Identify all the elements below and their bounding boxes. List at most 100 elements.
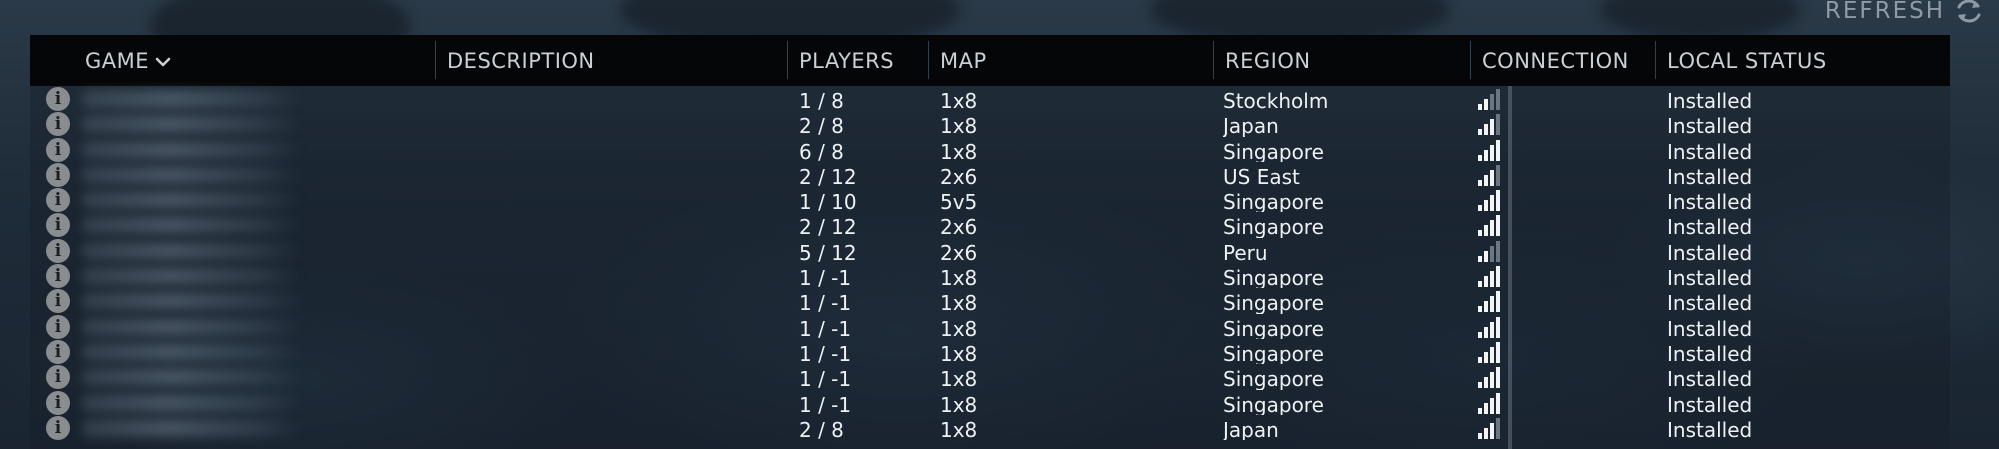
players-cell: 6 / 8 xyxy=(799,139,844,162)
info-icon[interactable]: i xyxy=(46,264,70,289)
info-icon[interactable]: i xyxy=(46,415,70,440)
region-cell: Singapore xyxy=(1223,367,1324,390)
signal-bar xyxy=(1496,139,1500,161)
local-status-cell: Installed xyxy=(1667,215,1753,238)
signal-bar xyxy=(1484,149,1488,161)
signal-bar xyxy=(1490,94,1494,110)
local-status-cell: Installed xyxy=(1667,240,1753,264)
players-cell: 1 / -1 xyxy=(799,367,852,390)
signal-bar xyxy=(1478,382,1482,389)
table-row[interactable]: i 1 / -1 1x8 Singapore Installed xyxy=(30,364,1950,390)
table-row[interactable]: i 2 / 12 2x6 US East Installed xyxy=(30,162,1950,187)
local-status-cell: Installed xyxy=(1667,341,1753,365)
column-header-players[interactable]: PLAYERS xyxy=(799,35,894,86)
map-cell: 1x8 xyxy=(940,392,978,415)
signal-bar xyxy=(1490,397,1494,414)
signal-bar xyxy=(1478,306,1482,313)
map-cell: 2x6 xyxy=(940,215,978,238)
info-icon[interactable]: i xyxy=(46,365,70,390)
table-row[interactable]: i 5 / 12 2x6 Peru Installed xyxy=(30,238,1950,263)
table-row[interactable]: i 6 / 8 1x8 Singapore Installed xyxy=(30,137,1950,162)
signal-bar xyxy=(1478,432,1482,439)
column-header-map[interactable]: MAP xyxy=(940,35,987,86)
signal-strength-icon xyxy=(1478,341,1504,363)
table-row[interactable]: i 2 / 8 1x8 Japan Installed xyxy=(30,415,1950,440)
game-name-redacted xyxy=(82,342,302,361)
signal-bar xyxy=(1496,215,1500,237)
info-icon[interactable]: i xyxy=(46,390,70,415)
players-cell: 1 / 8 xyxy=(799,89,844,112)
column-divider[interactable] xyxy=(435,41,436,79)
info-icon[interactable]: i xyxy=(46,339,70,364)
signal-strength-icon xyxy=(1478,139,1504,161)
signal-bar xyxy=(1484,174,1488,186)
table-row[interactable]: i 1 / 8 1x8 Stockholm Installed xyxy=(30,86,1950,111)
column-divider[interactable] xyxy=(1655,41,1656,79)
players-cell: 1 / -1 xyxy=(799,316,852,339)
region-cell: Singapore xyxy=(1223,392,1324,415)
map-cell: 1x8 xyxy=(940,114,978,137)
signal-strength-icon xyxy=(1478,290,1504,313)
signal-bar xyxy=(1478,179,1482,186)
info-icon[interactable]: i xyxy=(46,87,70,111)
table-row[interactable]: i 1 / -1 1x8 Singapore Installed xyxy=(30,288,1950,314)
column-divider[interactable] xyxy=(1470,41,1471,79)
local-status-cell: Installed xyxy=(1667,367,1753,390)
signal-strength-icon xyxy=(1478,164,1504,186)
region-cell: Singapore xyxy=(1223,316,1324,339)
column-divider[interactable] xyxy=(787,41,788,79)
signal-bar xyxy=(1490,321,1494,338)
column-header-game[interactable]: GAME xyxy=(85,35,171,86)
info-icon[interactable]: i xyxy=(46,137,70,162)
info-icon[interactable]: i xyxy=(46,314,70,339)
signal-bar xyxy=(1490,296,1494,313)
table-row[interactable]: i 1 / -1 1x8 Singapore Installed xyxy=(30,339,1950,364)
region-cell: Stockholm xyxy=(1223,89,1329,112)
column-header-region-label: REGION xyxy=(1225,48,1311,73)
table-row[interactable]: i 2 / 8 1x8 Japan Installed xyxy=(30,111,1950,137)
signal-bar xyxy=(1490,271,1494,288)
column-header-region[interactable]: REGION xyxy=(1225,35,1311,86)
info-icon[interactable]: i xyxy=(46,188,70,213)
signal-bar xyxy=(1490,346,1494,363)
game-name-redacted xyxy=(82,267,302,286)
signal-bar xyxy=(1496,89,1500,110)
game-name-redacted xyxy=(82,115,302,134)
column-header-connection-label: CONNECTION xyxy=(1482,48,1629,73)
signal-bar xyxy=(1478,205,1482,212)
info-icon[interactable]: i xyxy=(46,112,70,137)
table-body: i 1 / 8 1x8 Stockholm Installed i 2 / 8 1x8 Japa… xyxy=(30,86,1950,440)
refresh-button[interactable]: REFRESH xyxy=(1824,0,1985,24)
column-header-connection[interactable]: CONNECTION xyxy=(1482,35,1629,86)
region-cell: Singapore xyxy=(1223,190,1324,213)
background-tree xyxy=(1600,0,1800,40)
signal-strength-icon xyxy=(1478,113,1504,136)
signal-bar xyxy=(1478,356,1482,363)
column-divider[interactable] xyxy=(928,41,929,79)
game-name-redacted xyxy=(82,368,302,387)
info-icon[interactable]: i xyxy=(46,162,70,187)
info-icon[interactable]: i xyxy=(46,289,70,314)
column-divider[interactable] xyxy=(1213,41,1214,79)
column-header-description[interactable]: DESCRIPTION xyxy=(447,35,595,86)
signal-bar xyxy=(1484,200,1488,212)
table-row[interactable]: i 1 / -1 1x8 Singapore Installed xyxy=(30,263,1950,288)
signal-bar xyxy=(1484,250,1488,262)
signal-bar xyxy=(1490,245,1494,262)
column-header-game-label: GAME xyxy=(85,48,150,73)
signal-bar xyxy=(1496,266,1500,288)
info-icon[interactable]: i xyxy=(46,213,70,238)
table-row[interactable]: i 1 / -1 1x8 Singapore Installed xyxy=(30,390,1950,415)
info-icon[interactable]: i xyxy=(46,238,70,263)
table-row[interactable]: i 1 / 10 5v5 Singapore Installed xyxy=(30,187,1950,212)
table-row[interactable]: i 2 / 12 2x6 Singapore Installed xyxy=(30,212,1950,238)
map-cell: 1x8 xyxy=(940,341,978,365)
column-header-local-status[interactable]: LOCAL STATUS xyxy=(1667,35,1827,86)
refresh-label: REFRESH xyxy=(1824,0,1945,24)
table-row[interactable]: i 1 / -1 1x8 Singapore Installed xyxy=(30,314,1950,339)
signal-strength-icon xyxy=(1478,265,1504,288)
signal-bar xyxy=(1478,281,1482,288)
region-cell: Japan xyxy=(1223,114,1279,137)
signal-bar xyxy=(1484,402,1488,414)
local-status-cell: Installed xyxy=(1667,417,1753,441)
